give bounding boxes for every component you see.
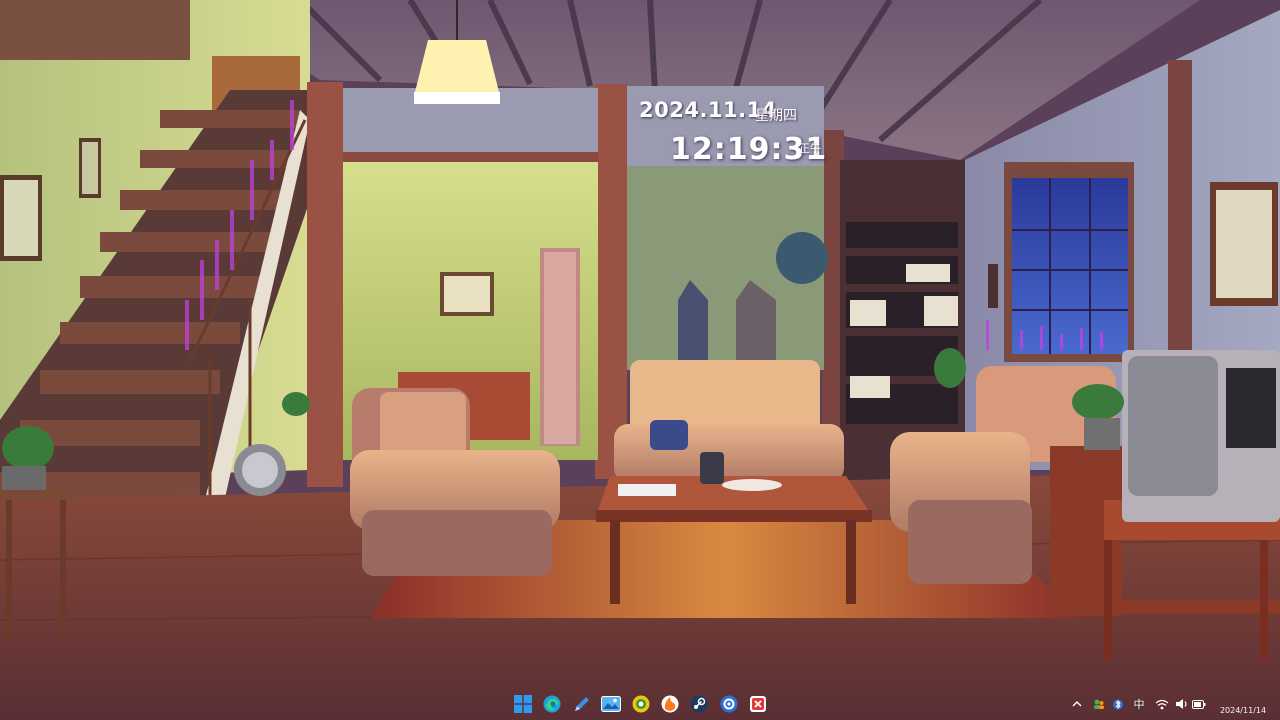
battery-icon — [1192, 699, 1206, 709]
system-tray: 中 2024/11/14 — [1066, 688, 1280, 720]
start-button[interactable] — [512, 693, 534, 715]
people-icon — [1094, 699, 1104, 709]
yellow-app-button[interactable] — [630, 693, 652, 715]
flame-icon — [661, 695, 679, 713]
snipping-icon — [750, 696, 766, 712]
show-hidden-icons-button[interactable] — [1070, 696, 1084, 712]
bluetooth-button[interactable] — [1112, 696, 1124, 712]
orange-app-button[interactable] — [659, 693, 681, 715]
clock-weekday: 星期四 — [755, 108, 797, 124]
desktop-clock-widget: 2024.11.14 星期四 12:19:31 正午 — [636, 98, 826, 178]
taskbar: 中 2024/11/14 — [0, 688, 1280, 720]
red-app-button[interactable] — [747, 693, 769, 715]
photos-button[interactable] — [600, 693, 622, 715]
wifi-icon — [1155, 699, 1169, 709]
blue-app-button[interactable] — [718, 693, 740, 715]
steam-button[interactable] — [688, 693, 710, 715]
windows-logo-icon — [514, 695, 532, 713]
input-method-button[interactable]: 中 — [1132, 696, 1146, 712]
pen-app-button[interactable] — [571, 693, 593, 715]
battery-button[interactable] — [1192, 696, 1206, 712]
clock-period: 正午 — [799, 142, 821, 155]
bluetooth-icon — [1113, 699, 1123, 709]
volume-button[interactable] — [1174, 696, 1190, 712]
wifi-button[interactable] — [1154, 696, 1170, 712]
circle-app-icon — [632, 695, 650, 713]
pen-icon — [575, 697, 589, 711]
edge-icon — [543, 695, 561, 713]
settings-app-icon — [720, 695, 738, 713]
tray-app-icon-1[interactable] — [1092, 696, 1106, 712]
steam-icon — [690, 695, 708, 713]
edge-button[interactable] — [541, 693, 563, 715]
tray-clock-date-label: 2024/11/14 — [1219, 706, 1267, 715]
chevron-up-icon — [1072, 701, 1082, 707]
speaker-icon — [1176, 699, 1187, 709]
photos-icon — [601, 696, 621, 712]
tray-clock-date[interactable]: 2024/11/14 — [1208, 694, 1278, 716]
